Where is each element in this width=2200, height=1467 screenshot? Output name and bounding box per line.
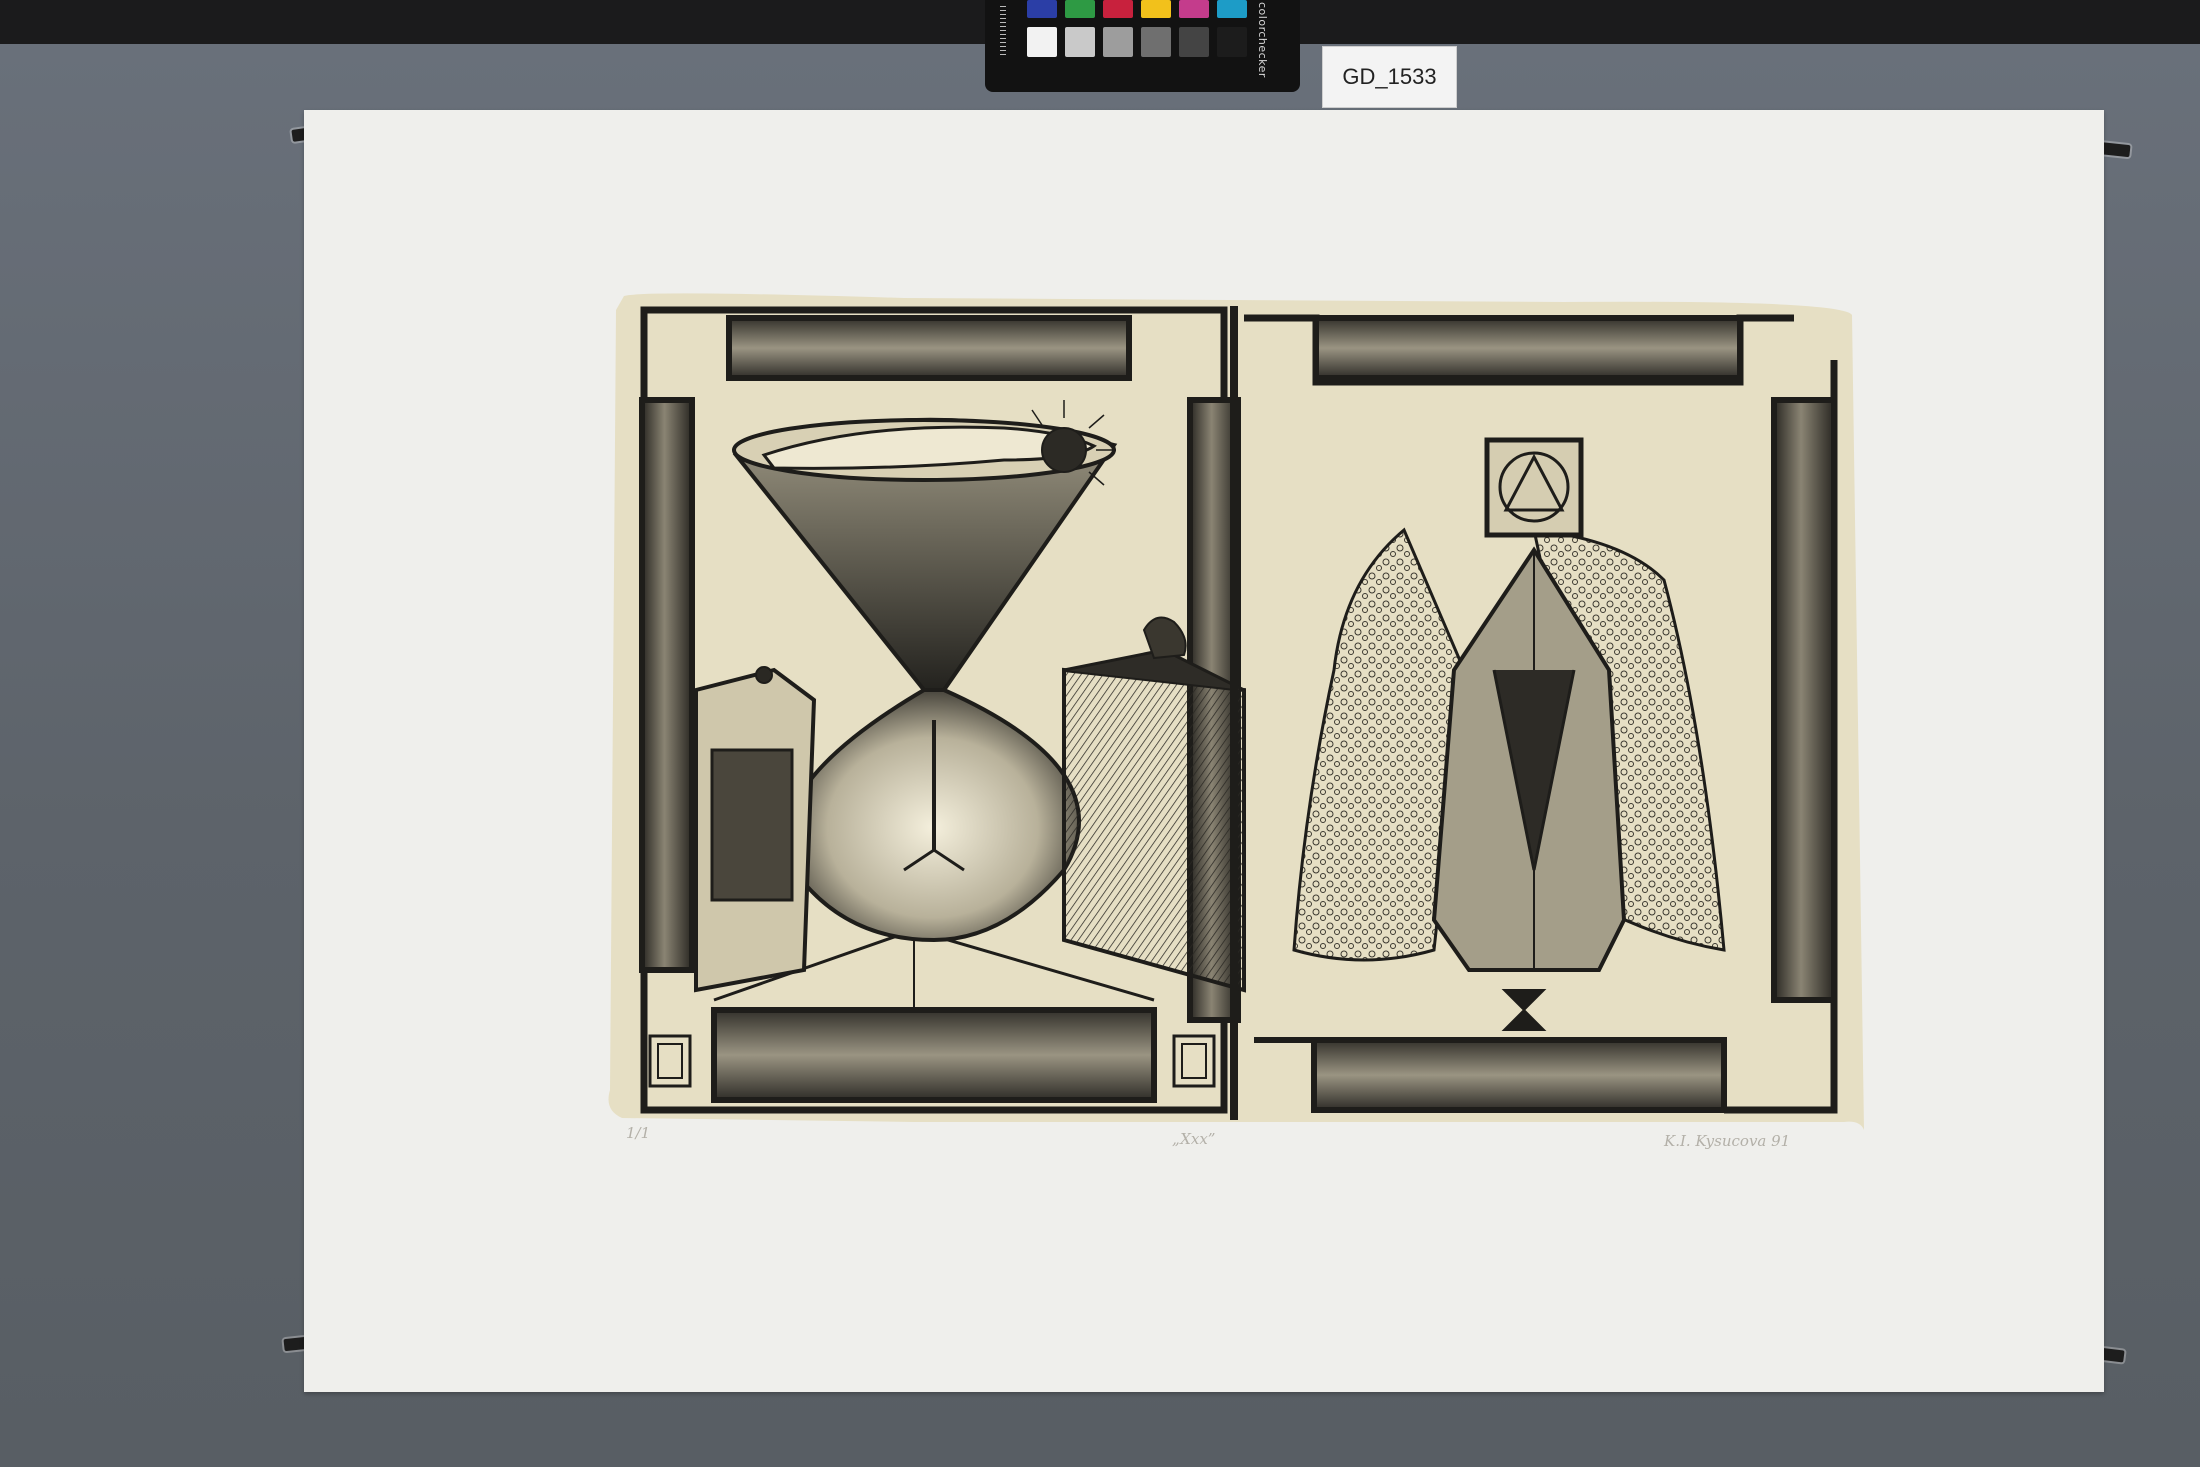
color-checker-brand: colorchecker <box>1256 2 1269 78</box>
color-checker-ruler <box>1000 6 1006 56</box>
color-swatch <box>1065 0 1095 18</box>
color-swatch <box>1217 0 1247 18</box>
artist-signature: K.I. Kysucova 91 <box>1664 1132 1791 1150</box>
lithograph-print <box>608 293 1864 1130</box>
color-swatch <box>1141 27 1171 57</box>
color-swatch <box>1027 27 1057 57</box>
title-inscription: „Xxx” <box>1172 1130 1216 1148</box>
color-swatch <box>1141 0 1171 18</box>
color-swatch <box>1065 27 1095 57</box>
color-swatch <box>1027 0 1057 18</box>
color-swatch <box>1103 27 1133 57</box>
chessboard-table <box>1062 667 1246 993</box>
paper-sheet: 1/1 „Xxx” K.I. Kysucova 91 <box>304 110 2104 1392</box>
specimen-label: GD_1533 <box>1322 46 1457 108</box>
color-swatch <box>1103 0 1133 18</box>
edition-inscription: 1/1 <box>626 1124 651 1142</box>
color-swatch <box>1179 27 1209 57</box>
color-swatch <box>1217 27 1247 57</box>
color-swatch <box>1179 0 1209 18</box>
